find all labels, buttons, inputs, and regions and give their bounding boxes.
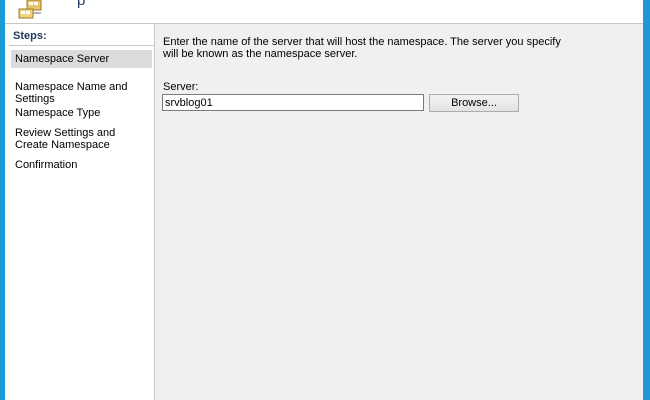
wizard-title: p [77, 0, 86, 9]
wizard-header: p [5, 0, 643, 24]
wizard-window: p Steps: Namespace Server Namespace Name… [0, 0, 650, 400]
steps-panel: Steps: Namespace Server Namespace Name a… [5, 24, 155, 400]
steps-divider [9, 45, 154, 46]
steps-heading: Steps: [13, 30, 47, 42]
step-review-settings[interactable]: Review Settings and Create Namespace [11, 124, 152, 154]
wizard-client-area: p Steps: Namespace Server Namespace Name… [5, 0, 643, 400]
server-input[interactable] [162, 94, 424, 111]
content-panel: Enter the name of the server that will h… [155, 24, 643, 400]
server-label: Server: [163, 81, 199, 93]
step-namespace-server[interactable]: Namespace Server [11, 50, 152, 68]
instruction-text: Enter the name of the server that will h… [163, 36, 561, 60]
browse-button[interactable]: Browse... [429, 94, 519, 112]
step-confirmation[interactable]: Confirmation [11, 156, 152, 174]
wizard-namespace-icon [17, 0, 45, 20]
step-namespace-type[interactable]: Namespace Type [11, 104, 152, 122]
